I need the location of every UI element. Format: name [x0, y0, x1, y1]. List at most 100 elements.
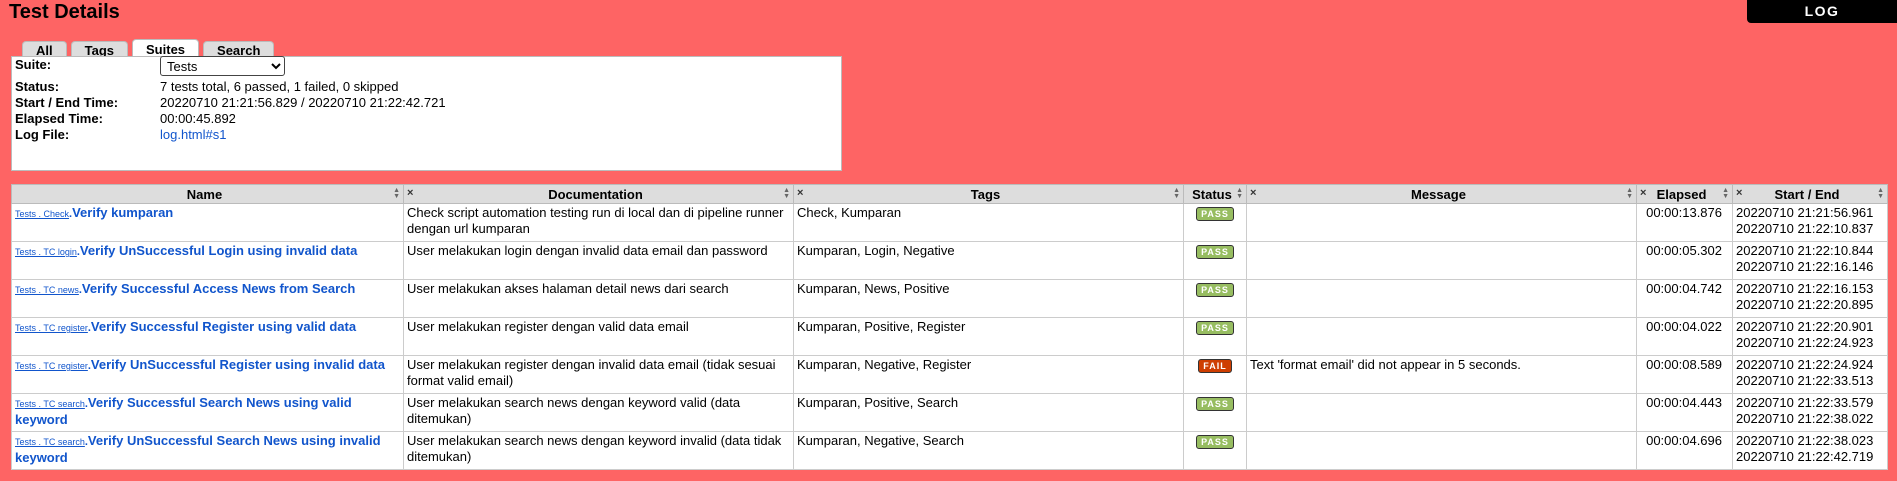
tags-cell: Kumparan, Positive, Register — [793, 317, 1184, 356]
tags-cell: Kumparan, Negative, Register — [793, 355, 1184, 394]
tags-cell: Kumparan, News, Positive — [793, 279, 1184, 318]
table-row: Tests . TC register.Verify Successful Re… — [11, 317, 1888, 356]
message-cell: Text 'format email' did not appear in 5 … — [1246, 355, 1637, 394]
elapsed-cell: 00:00:08.589 — [1636, 355, 1733, 394]
header-documentation-label: Documentation — [548, 186, 643, 202]
end-time: 20220710 21:22:24.923 — [1736, 335, 1874, 350]
status-cell: PASS — [1183, 279, 1247, 318]
documentation-cell: User melakukan search news dengan keywor… — [403, 393, 794, 432]
start-end-cell: 20220710 21:22:38.023 20220710 21:22:42.7… — [1732, 431, 1888, 470]
status-badge: PASS — [1196, 435, 1234, 449]
status-badge: FAIL — [1198, 359, 1232, 373]
test-name-link[interactable]: Verify UnSuccessful Login using invalid … — [80, 243, 357, 258]
status-cell: PASS — [1183, 393, 1247, 432]
documentation-cell: User melakukan register dengan valid dat… — [403, 317, 794, 356]
close-icon[interactable]: × — [1736, 187, 1742, 199]
end-time: 20220710 21:22:10.837 — [1736, 221, 1874, 236]
sort-icon[interactable]: ▲ ▼ — [393, 187, 400, 200]
end-time: 20220710 21:22:33.513 — [1736, 373, 1874, 388]
start-end-cell: 20220710 21:22:20.901 20220710 21:22:24.9… — [1732, 317, 1888, 356]
status-badge: PASS — [1196, 245, 1234, 259]
log-button[interactable]: LOG — [1747, 0, 1897, 23]
table-header-row: Name ▲ ▼ × Documentation ▲ ▼ × Tags ▲ ▼ Status ▲ ▼… — [11, 184, 1888, 204]
start-time: 20220710 21:22:10.844 — [1736, 243, 1874, 258]
test-name-link[interactable]: Verify kumparan — [72, 205, 173, 220]
start-time: 20220710 21:21:56.961 — [1736, 205, 1874, 220]
suite-label: Suite: — [15, 57, 52, 72]
table-row: Tests . TC register.Verify UnSuccessful … — [11, 355, 1888, 394]
header-elapsed[interactable]: × Elapsed ▲ ▼ — [1636, 184, 1733, 204]
sort-icon[interactable]: ▲ ▼ — [1877, 187, 1884, 200]
table-row: Tests . TC search.Verify UnSuccessful Se… — [11, 431, 1888, 470]
name-cell: Tests . TC search.Verify UnSuccessful Se… — [11, 431, 404, 470]
start-end-cell: 20220710 21:22:16.153 20220710 21:22:20.8… — [1732, 279, 1888, 318]
message-cell — [1246, 393, 1637, 432]
suite-details-panel: Suite: Tests Status: 7 tests total, 6 pa… — [11, 56, 842, 171]
close-icon[interactable]: × — [1250, 187, 1256, 199]
status-cell: PASS — [1183, 241, 1247, 280]
table-row: Tests . TC search.Verify Successful Sear… — [11, 393, 1888, 432]
log-file-link[interactable]: log.html#s1 — [160, 127, 226, 142]
test-name-link[interactable]: Verify Successful Register using valid d… — [91, 319, 356, 334]
page-title: Test Details — [9, 1, 120, 23]
tags-cell: Check, Kumparan — [793, 203, 1184, 242]
parent-suite-link[interactable]: Tests . Check — [15, 209, 69, 219]
status-cell: PASS — [1183, 203, 1247, 242]
tab-bar: All Tags Suites Search — [22, 39, 278, 59]
message-cell — [1246, 241, 1637, 280]
test-name-link[interactable]: Verify UnSuccessful Register using inval… — [91, 357, 385, 372]
log-file-label: Log File: — [15, 127, 70, 142]
header-status[interactable]: Status ▲ ▼ — [1183, 184, 1247, 204]
status-value: 7 tests total, 6 passed, 1 failed, 0 ski… — [160, 79, 399, 94]
header-start-end[interactable]: × Start / End ▲ ▼ — [1732, 184, 1888, 204]
message-cell — [1246, 203, 1637, 242]
name-cell: Tests . TC register.Verify UnSuccessful … — [11, 355, 404, 394]
sort-icon[interactable]: ▲ ▼ — [1173, 187, 1180, 200]
parent-suite-link[interactable]: Tests . TC register — [15, 323, 88, 333]
start-end-cell: 20220710 21:21:56.961 20220710 21:22:10.8… — [1732, 203, 1888, 242]
parent-suite-link[interactable]: Tests . TC search — [15, 437, 85, 447]
header-name-label: Name — [186, 186, 223, 202]
header-documentation[interactable]: × Documentation ▲ ▼ — [403, 184, 794, 204]
header-elapsed-label: Elapsed — [1656, 186, 1707, 202]
documentation-cell: User melakukan search news dengan keywor… — [403, 431, 794, 470]
elapsed-cell: 00:00:04.696 — [1636, 431, 1733, 470]
status-badge: PASS — [1196, 283, 1234, 297]
message-cell — [1246, 279, 1637, 318]
parent-suite-link[interactable]: Tests . TC register — [15, 361, 88, 371]
close-icon[interactable]: × — [407, 187, 413, 199]
parent-suite-link[interactable]: Tests . TC login — [15, 247, 77, 257]
header-message[interactable]: × Message ▲ ▼ — [1246, 184, 1637, 204]
header-tags[interactable]: × Tags ▲ ▼ — [793, 184, 1184, 204]
sort-icon[interactable]: ▲ ▼ — [1626, 187, 1633, 200]
header-name[interactable]: Name ▲ ▼ — [11, 184, 404, 204]
close-icon[interactable]: × — [797, 187, 803, 199]
header-message-label: Message — [1411, 186, 1466, 202]
suite-select[interactable]: Tests — [160, 56, 285, 76]
parent-suite-link[interactable]: Tests . TC news — [15, 285, 79, 295]
start-time: 20220710 21:22:16.153 — [1736, 281, 1874, 296]
elapsed-cell: 00:00:04.742 — [1636, 279, 1733, 318]
status-badge: PASS — [1196, 397, 1234, 411]
status-badge: PASS — [1196, 207, 1234, 221]
tags-cell: Kumparan, Login, Negative — [793, 241, 1184, 280]
sort-icon[interactable]: ▲ ▼ — [783, 187, 790, 200]
test-details-table: Name ▲ ▼ × Documentation ▲ ▼ × Tags ▲ ▼ Status ▲ ▼… — [11, 184, 1888, 470]
status-cell: PASS — [1183, 431, 1247, 470]
elapsed-value: 00:00:45.892 — [160, 111, 236, 126]
end-time: 20220710 21:22:20.895 — [1736, 297, 1874, 312]
close-icon[interactable]: × — [1640, 187, 1646, 199]
table-row: Tests . Check.Verify kumparan Check scrip… — [11, 203, 1888, 242]
name-cell: Tests . TC register.Verify Successful Re… — [11, 317, 404, 356]
start-end-cell: 20220710 21:22:24.924 20220710 21:22:33.5… — [1732, 355, 1888, 394]
sort-icon[interactable]: ▲ ▼ — [1236, 187, 1243, 200]
start-end-value: 20220710 21:21:56.829 / 20220710 21:22:4… — [160, 95, 446, 110]
sort-icon[interactable]: ▲ ▼ — [1722, 187, 1729, 200]
start-time: 20220710 21:22:38.023 — [1736, 433, 1874, 448]
test-name-link[interactable]: Verify Successful Access News from Searc… — [82, 281, 355, 296]
status-label: Status: — [15, 79, 60, 94]
parent-suite-link[interactable]: Tests . TC search — [15, 399, 85, 409]
message-cell — [1246, 317, 1637, 356]
elapsed-cell: 00:00:05.302 — [1636, 241, 1733, 280]
documentation-cell: Check script automation testing run di l… — [403, 203, 794, 242]
